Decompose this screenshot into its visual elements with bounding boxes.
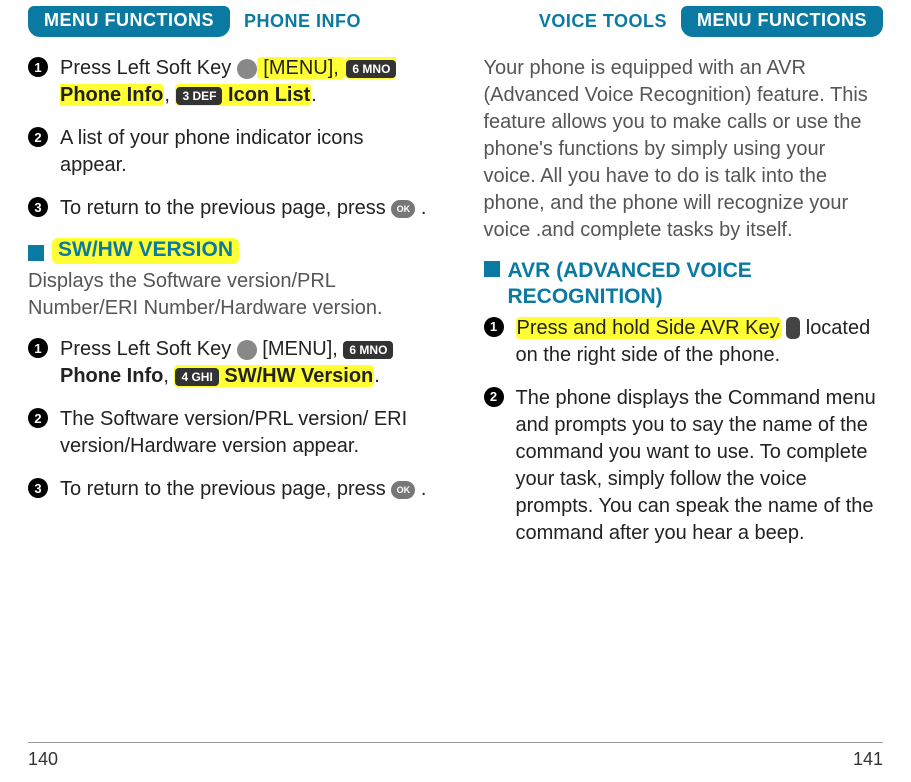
section-description: Displays the Software version/PRL Number… xyxy=(28,268,428,322)
text: . xyxy=(374,365,380,387)
menu-functions-tab-right: MENU FUNCTIONS xyxy=(681,6,883,37)
left-step-3b: 3 To return to the previous page, press … xyxy=(28,476,428,503)
right-header: VOICE TOOLS MENU FUNCTIONS xyxy=(484,6,884,37)
text: Press Left Soft Key xyxy=(60,57,237,79)
page-number-left: 140 xyxy=(28,749,58,770)
avr-heading: AVR (ADVANCED VOICE RECOGNITION) xyxy=(484,258,884,311)
highlight: 3 DEF Icon List xyxy=(175,84,311,106)
heading-text: AVR (ADVANCED VOICE RECOGNITION) xyxy=(508,258,884,311)
square-bullet-icon xyxy=(28,245,44,261)
left-step-1b: 1 Press Left Soft Key [MENU], 6 MNO Phon… xyxy=(28,336,428,390)
square-bullet-icon xyxy=(484,261,500,277)
text: SW/HW Version xyxy=(219,365,373,387)
left-step-2: 2 A list of your phone indicator icons a… xyxy=(28,125,428,179)
text: , xyxy=(163,365,174,387)
text: Icon List xyxy=(222,84,310,106)
ok-key-icon: OK xyxy=(391,200,415,218)
voice-tools-label: VOICE TOOLS xyxy=(539,11,667,32)
step-body: Press and hold Side AVR Key located on t… xyxy=(516,315,884,369)
text: , xyxy=(164,84,175,106)
step-number-icon: 2 xyxy=(28,127,48,147)
left-page: MENU FUNCTIONS PHONE INFO 1 Press Left S… xyxy=(28,0,428,742)
text: To return to the previous page, press xyxy=(60,478,391,500)
highlight: [MENU], xyxy=(257,57,346,79)
step-body: The Software version/PRL version/ ERI ve… xyxy=(60,406,428,460)
text: Press and hold Side AVR Key xyxy=(517,317,780,339)
softkey-icon xyxy=(237,59,257,79)
highlight: 4 GHI SW/HW Version xyxy=(174,365,374,387)
step-number-icon: 1 xyxy=(28,57,48,77)
left-step-2b: 2 The Software version/PRL version/ ERI … xyxy=(28,406,428,460)
text: [MENU], xyxy=(258,57,345,79)
left-header: MENU FUNCTIONS PHONE INFO xyxy=(28,6,428,37)
step-number-icon: 1 xyxy=(28,338,48,358)
step-body: Press Left Soft Key [MENU], 6 MNO Phone … xyxy=(60,55,428,109)
step-body: To return to the previous page, press OK… xyxy=(60,476,426,503)
right-step-2: 2 The phone displays the Command menu an… xyxy=(484,385,884,547)
phone-info-label: PHONE INFO xyxy=(244,11,361,32)
text: Phone Info xyxy=(60,365,163,387)
left-step-1: 1 Press Left Soft Key [MENU], 6 MNO Phon… xyxy=(28,55,428,109)
right-step-1: 1 Press and hold Side AVR Key located on… xyxy=(484,315,884,369)
side-avr-key-icon xyxy=(786,317,800,339)
heading-text: SW/HW VERSION xyxy=(52,238,239,264)
softkey-icon xyxy=(237,340,257,360)
step-number-icon: 3 xyxy=(28,197,48,217)
key-4-icon: 4 GHI xyxy=(175,368,218,386)
highlight: Press and hold Side AVR Key xyxy=(516,317,781,339)
key-6-icon: 6 MNO xyxy=(343,341,393,359)
page-footer: 140 141 xyxy=(28,742,883,770)
text: [MENU], xyxy=(257,338,344,360)
step-number-icon: 2 xyxy=(28,408,48,428)
sw-hw-version-heading: SW/HW VERSION xyxy=(28,238,428,264)
step-body: The phone displays the Command menu and … xyxy=(516,385,884,547)
intro-paragraph: Your phone is equipped with an AVR (Adva… xyxy=(484,55,884,244)
left-step-3: 3 To return to the previous page, press … xyxy=(28,195,428,222)
ok-key-icon: OK xyxy=(391,481,415,499)
step-body: Press Left Soft Key [MENU], 6 MNO Phone … xyxy=(60,336,428,390)
step-number-icon: 3 xyxy=(28,478,48,498)
step-number-icon: 2 xyxy=(484,387,504,407)
text: Phone Info xyxy=(60,84,163,106)
page-number-right: 141 xyxy=(853,749,883,770)
step-body: A list of your phone indicator icons app… xyxy=(60,125,428,179)
step-number-icon: 1 xyxy=(484,317,504,337)
step-body: To return to the previous page, press OK… xyxy=(60,195,426,222)
right-page: VOICE TOOLS MENU FUNCTIONS Your phone is… xyxy=(484,0,884,742)
text: . xyxy=(415,197,426,219)
text: . xyxy=(311,84,317,106)
key-6-icon: 6 MNO xyxy=(346,60,396,78)
text: To return to the previous page, press xyxy=(60,197,391,219)
key-3-icon: 3 DEF xyxy=(176,87,222,105)
text: Press Left Soft Key xyxy=(60,338,237,360)
menu-functions-tab-left: MENU FUNCTIONS xyxy=(28,6,230,37)
text: . xyxy=(415,478,426,500)
